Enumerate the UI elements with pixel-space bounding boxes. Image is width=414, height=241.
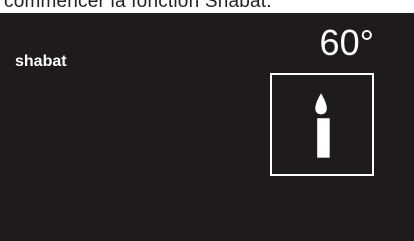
caption-text: commencer la fonction Shabat. (4, 0, 272, 12)
shabat-mode-button[interactable] (270, 73, 374, 176)
temperature-readout: 60° (319, 22, 374, 63)
oven-display-screen: shabat 60° (0, 13, 414, 241)
page: commencer la fonction Shabat. shabat 60° (0, 0, 414, 241)
candle-icon (315, 93, 330, 158)
mode-label: shabat (15, 53, 67, 70)
